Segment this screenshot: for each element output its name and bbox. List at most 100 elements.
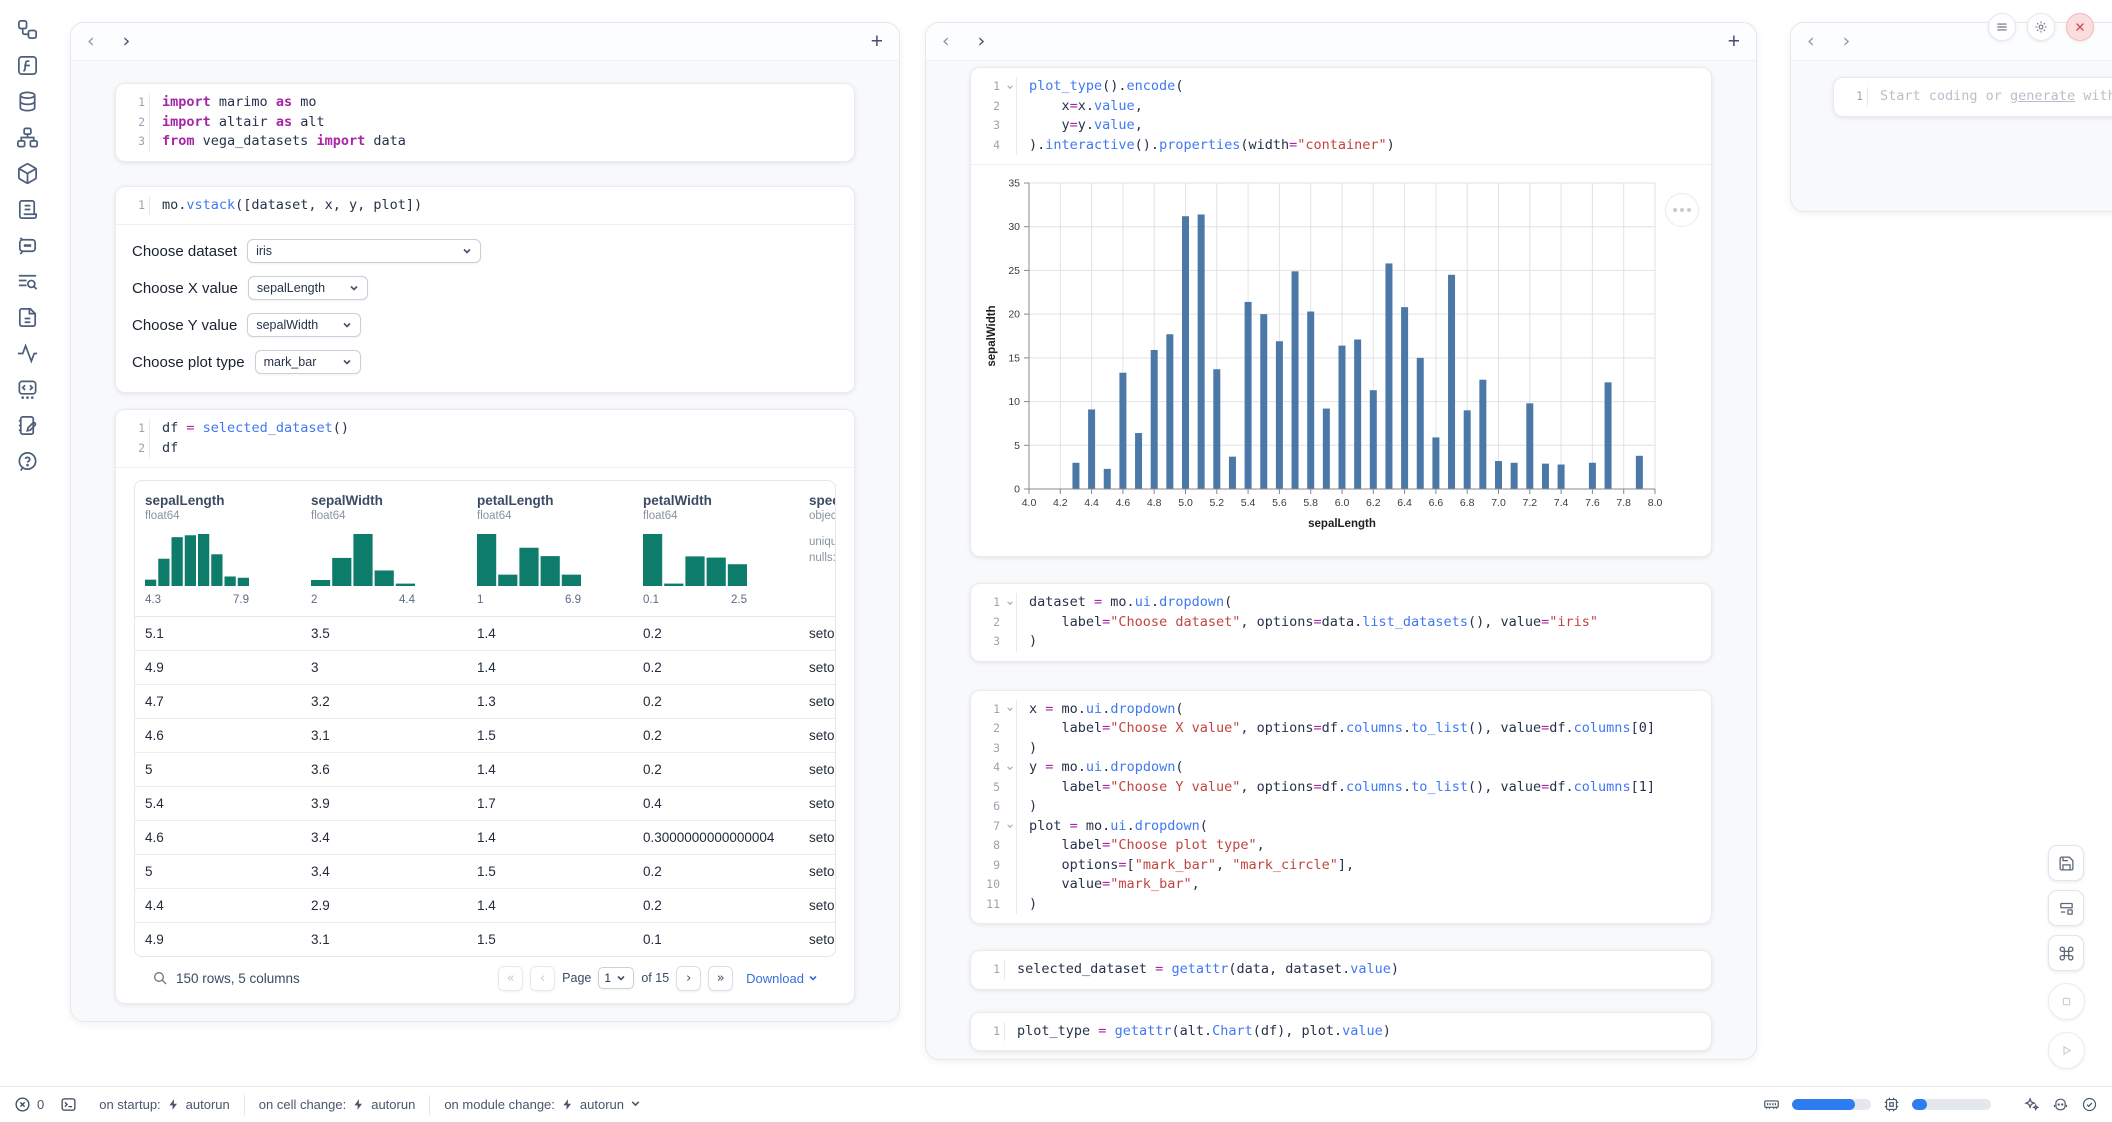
cell-imports[interactable]: 1import marimo as mo2import altair as al… [115,83,855,162]
table-row[interactable]: 4.63.11.50.2setosa [135,718,836,752]
dependency-graph-icon[interactable] [16,126,39,149]
page-select[interactable]: 1 [598,967,634,989]
add-cell-button[interactable]: + [1728,32,1740,52]
column-prev-button[interactable]: ‹ [942,32,950,51]
chart-bar[interactable] [1370,390,1377,489]
chart-bar[interactable] [1213,369,1220,489]
code-editor[interactable]: 1selected_dataset = getattr(data, datase… [971,951,1711,989]
collapse-chevron-icon[interactable] [1004,632,1016,652]
on-startup-setting[interactable]: on startup: autorun [99,1097,230,1112]
collapse-chevron-icon[interactable] [1004,613,1016,633]
collapse-chevron-icon[interactable] [1004,836,1016,856]
dropdown-select[interactable]: mark_bar [255,350,361,374]
table-row[interactable]: 5.13.51.40.2setosa [135,617,836,650]
cell-xy-dropdowns[interactable]: 1x = mo.ui.dropdown(2 label="Choose X va… [970,690,1712,925]
cell-dataset-dropdown[interactable]: 1dataset = mo.ui.dropdown(2 label="Choos… [970,583,1712,662]
cell-selected-dataset[interactable]: 1selected_dataset = getattr(data, datase… [970,950,1712,990]
copilot-icon[interactable] [2052,1096,2069,1113]
code-editor[interactable]: 1Start coding or generate with [1834,78,2112,116]
add-cell-button[interactable]: + [871,32,883,52]
keyboard-shortcuts-button[interactable] [2048,935,2084,971]
dropdown-select[interactable]: sepalLength [248,276,368,300]
code-editor[interactable]: 1plot_type = getattr(alt.Chart(df), plot… [971,1013,1711,1051]
collapse-chevron-icon[interactable] [1004,97,1016,117]
chart-bar[interactable] [1448,275,1455,489]
collapse-chevron-icon[interactable] [1004,758,1016,778]
datasources-icon[interactable] [16,90,39,113]
collapse-chevron-icon[interactable] [1004,895,1016,915]
table-search-icon[interactable] [16,270,39,293]
code-editor[interactable]: 1dataset = mo.ui.dropdown(2 label="Choos… [971,584,1711,661]
table-row[interactable]: 4.73.21.30.2setosa [135,684,836,718]
table-row[interactable]: 4.93.11.50.1setosa [135,922,836,956]
collapse-chevron-icon[interactable] [1004,593,1016,613]
chart-bar[interactable] [1245,302,1252,489]
table-column-header[interactable]: petalWidthfloat640.12.5 [633,493,799,606]
chart-bar[interactable] [1354,339,1361,489]
on-cell-change-setting[interactable]: on cell change: autorun [259,1097,416,1112]
column-prev-button[interactable]: ‹ [1807,32,1815,51]
packages-icon[interactable] [16,162,39,185]
table-row[interactable]: 4.931.40.2setosa [135,650,836,684]
functions-icon[interactable] [16,54,39,77]
cell-dataframe[interactable]: 1df = selected_dataset()2df sepalLengthf… [115,409,855,1004]
collapse-chevron-icon[interactable] [1004,739,1016,759]
table-column-header[interactable]: sepalLengthfloat644.37.9 [135,493,301,606]
chart-bar[interactable] [1432,437,1439,489]
collapse-chevron-icon[interactable] [1004,136,1016,156]
scratchpad-icon[interactable] [16,414,39,437]
chart-bar[interactable] [1323,409,1330,489]
chart-bar[interactable] [1292,271,1299,489]
code-editor[interactable]: 1import marimo as mo2import altair as al… [116,84,854,161]
chart-bar[interactable] [1260,314,1267,489]
search-icon[interactable] [152,970,168,986]
table-column-header[interactable]: sepalWidthfloat6424.4 [301,493,467,606]
column-next-button[interactable]: › [1843,32,1851,51]
table-column-header[interactable]: speciesobjectunique:nulls: [799,493,836,606]
errors-indicator[interactable]: 0 [14,1096,44,1113]
chart-bar[interactable] [1542,464,1549,489]
chart-bar[interactable] [1589,463,1596,489]
chart-bar[interactable] [1417,358,1424,489]
snippets-icon[interactable] [16,378,39,401]
column-next-button[interactable]: › [123,32,131,51]
chart-bar[interactable] [1104,469,1111,489]
chart-bar[interactable] [1605,382,1612,489]
collapse-chevron-icon[interactable] [1004,856,1016,876]
cell-vstack[interactable]: 1mo.vstack([dataset, x, y, plot]) Choose… [115,186,855,394]
cell-plot-type[interactable]: 1plot_type = getattr(alt.Chart(df), plot… [970,1012,1712,1052]
first-page-button[interactable]: « [498,966,523,991]
code-editor[interactable]: 1x = mo.ui.dropdown(2 label="Choose X va… [971,691,1711,924]
chart-bar[interactable] [1198,214,1205,489]
collapse-chevron-icon[interactable] [1004,797,1016,817]
chart-bar[interactable] [1636,456,1643,489]
tracing-icon[interactable] [16,342,39,365]
cell-empty-scratch[interactable]: 1Start coding or generate with [1833,77,2112,117]
layout-button[interactable] [2048,890,2084,926]
table-row[interactable]: 53.41.50.2setosa [135,854,836,888]
chart-bar[interactable] [1119,373,1126,489]
chart-bar[interactable] [1479,380,1486,489]
chart-bar[interactable] [1307,312,1314,489]
help-icon[interactable] [16,450,39,473]
column-next-button[interactable]: › [978,32,986,51]
cell-plot-encode[interactable]: 1plot_type().encode(2 x=x.value,3 y=y.va… [970,67,1712,557]
chart-bar[interactable] [1166,334,1173,489]
ai-sparkles-icon[interactable] [2023,1096,2040,1113]
dropdown-select[interactable]: sepalWidth [247,313,361,337]
collapse-chevron-icon[interactable] [1004,875,1016,895]
chart-bar[interactable] [1526,403,1533,489]
chart-bar[interactable] [1151,350,1158,489]
chart-bar[interactable] [1558,465,1565,489]
collapse-chevron-icon[interactable] [1004,77,1016,97]
bar-chart[interactable]: 4.04.24.44.64.85.05.25.45.65.86.06.26.46… [983,171,1671,543]
menu-button[interactable] [1988,13,2016,41]
save-button[interactable] [2048,845,2084,881]
dropdown-select[interactable]: iris [247,239,481,263]
shutdown-button[interactable] [2066,13,2094,41]
table-row[interactable]: 53.61.40.2setosa [135,752,836,786]
chart-bar[interactable] [1339,346,1346,489]
chart-bar[interactable] [1385,263,1392,489]
stop-button[interactable] [2048,983,2085,1020]
code-editor[interactable]: 1mo.vstack([dataset, x, y, plot]) [116,187,854,225]
